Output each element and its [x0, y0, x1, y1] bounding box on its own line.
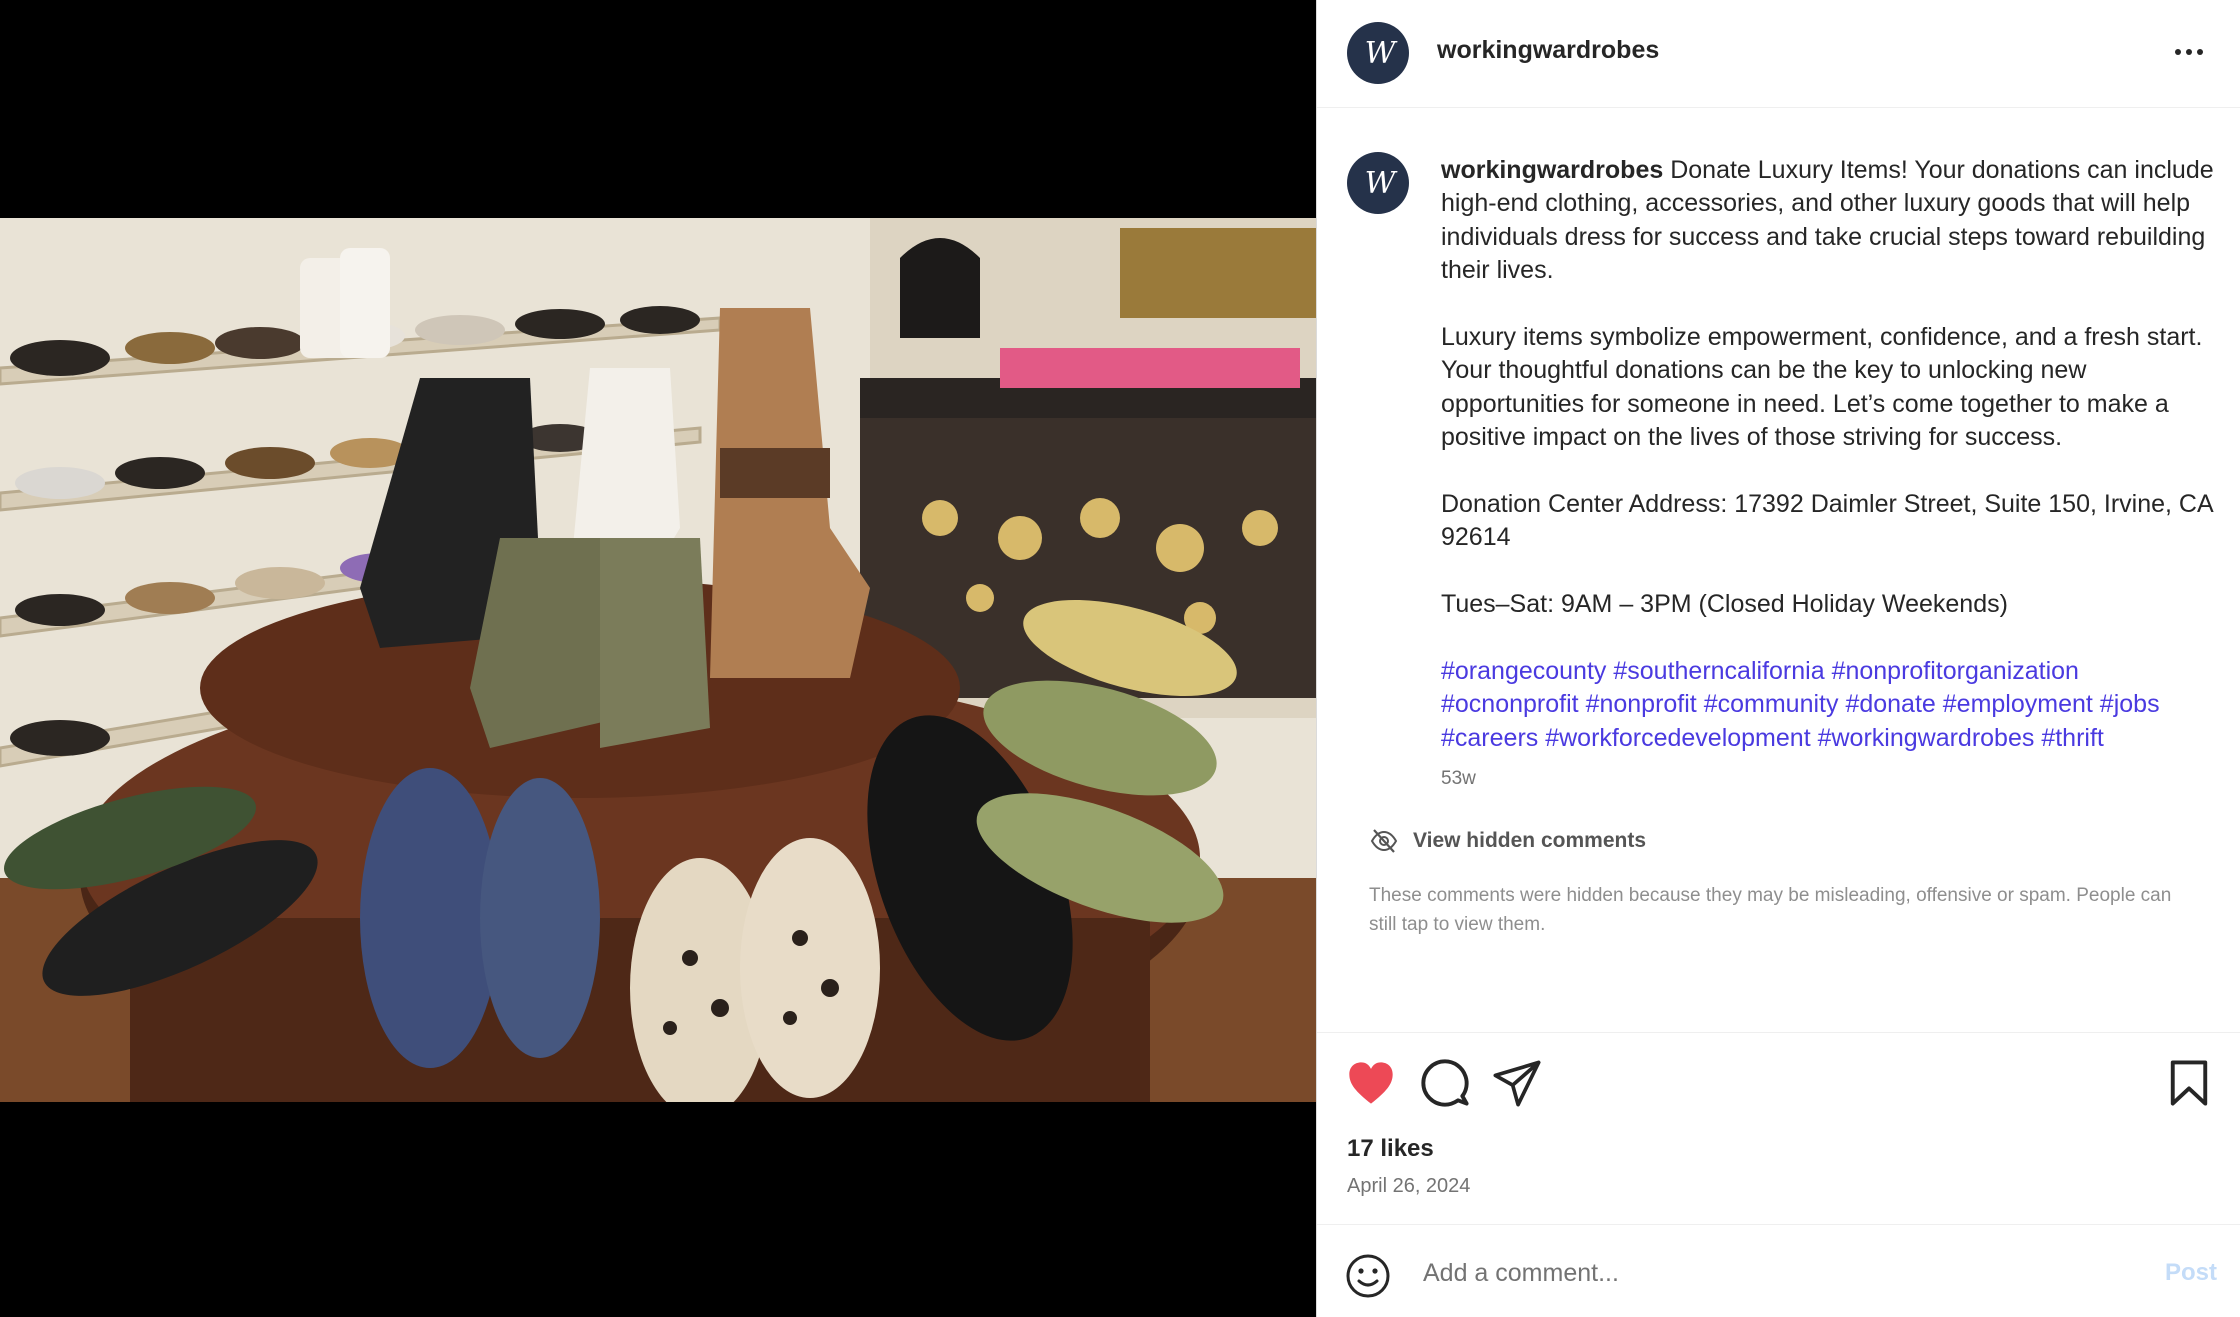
post-time-ago[interactable]: 53w	[1441, 768, 1476, 790]
hashtag-link[interactable]: #jobs	[2100, 690, 2160, 718]
likes-count[interactable]: 17 likes	[1347, 1135, 1434, 1163]
hashtag-link[interactable]: #thrift	[2041, 724, 2104, 752]
heart-filled-icon[interactable]	[1345, 1057, 1397, 1109]
shoe-display-photo	[0, 218, 1316, 1102]
post-date: April 26, 2024	[1347, 1175, 1471, 1197]
caption-hours: Tues–Sat: 9AM – 3PM (Closed Holiday Week…	[1441, 590, 2008, 619]
hashtag-link[interactable]: #employment	[1943, 690, 2093, 718]
hashtag-link[interactable]: #donate	[1845, 690, 1935, 718]
avatar[interactable]: W	[1347, 22, 1409, 84]
hashtag-link[interactable]: #careers	[1441, 724, 1538, 752]
comment-bubble-icon[interactable]	[1419, 1057, 1471, 1109]
eye-slash-icon	[1370, 829, 1398, 853]
hashtag-link[interactable]: #nonprofitorganization	[1832, 657, 2079, 685]
hashtag-link[interactable]: #ocnonprofit	[1441, 690, 1579, 718]
caption-avatar[interactable]: W	[1347, 152, 1409, 214]
post-photo[interactable]	[0, 218, 1316, 1102]
avatar-initial: W	[1364, 35, 1396, 71]
post-header: W workingwardrobes	[1317, 0, 2240, 108]
comment-bar: Post	[1317, 1224, 2240, 1317]
hashtags: #orangecounty #southerncalifornia #nonpr…	[1441, 655, 2221, 755]
post-comment-button[interactable]: Post	[2165, 1259, 2217, 1287]
hashtag-link[interactable]: #community	[1704, 690, 1839, 718]
post-details-panel: W workingwardrobes W workingwardrobes Do…	[1316, 0, 2240, 1317]
more-options-icon[interactable]	[2169, 34, 2209, 70]
caption-address: Donation Center Address: 17392 Daimler S…	[1441, 490, 2213, 552]
hashtag-link[interactable]: #workforcedevelopment	[1545, 724, 1810, 752]
paper-plane-icon[interactable]	[1491, 1057, 1543, 1109]
bookmark-icon[interactable]	[2163, 1057, 2215, 1109]
view-hidden-comments-label: View hidden comments	[1413, 829, 1646, 852]
hashtag-link[interactable]: #orangecounty	[1441, 657, 1606, 685]
hidden-comments-note: These comments were hidden because they …	[1369, 885, 2172, 935]
hashtag-link[interactable]: #workingwardrobes	[1818, 724, 2035, 752]
emoji-smiley-icon[interactable]	[1345, 1253, 1391, 1299]
header-username[interactable]: workingwardrobes	[1437, 36, 1659, 65]
post-caption: workingwardrobes Donate Luxury Items! Yo…	[1441, 154, 2221, 789]
hashtag-link[interactable]: #southerncalifornia	[1613, 657, 1824, 685]
hashtag-link[interactable]: #nonprofit	[1586, 690, 1697, 718]
caption-avatar-initial: W	[1364, 165, 1396, 201]
post-actions: 17 likes April 26, 2024	[1317, 1032, 2240, 1232]
post-media-area	[0, 0, 1316, 1317]
caption-text-2: Luxury items symbolize empowerment, conf…	[1441, 323, 2203, 452]
view-hidden-comments-button[interactable]: View hidden comments	[1369, 826, 1646, 856]
caption-username[interactable]: workingwardrobes	[1441, 156, 1663, 184]
comment-input[interactable]	[1421, 1247, 2105, 1299]
